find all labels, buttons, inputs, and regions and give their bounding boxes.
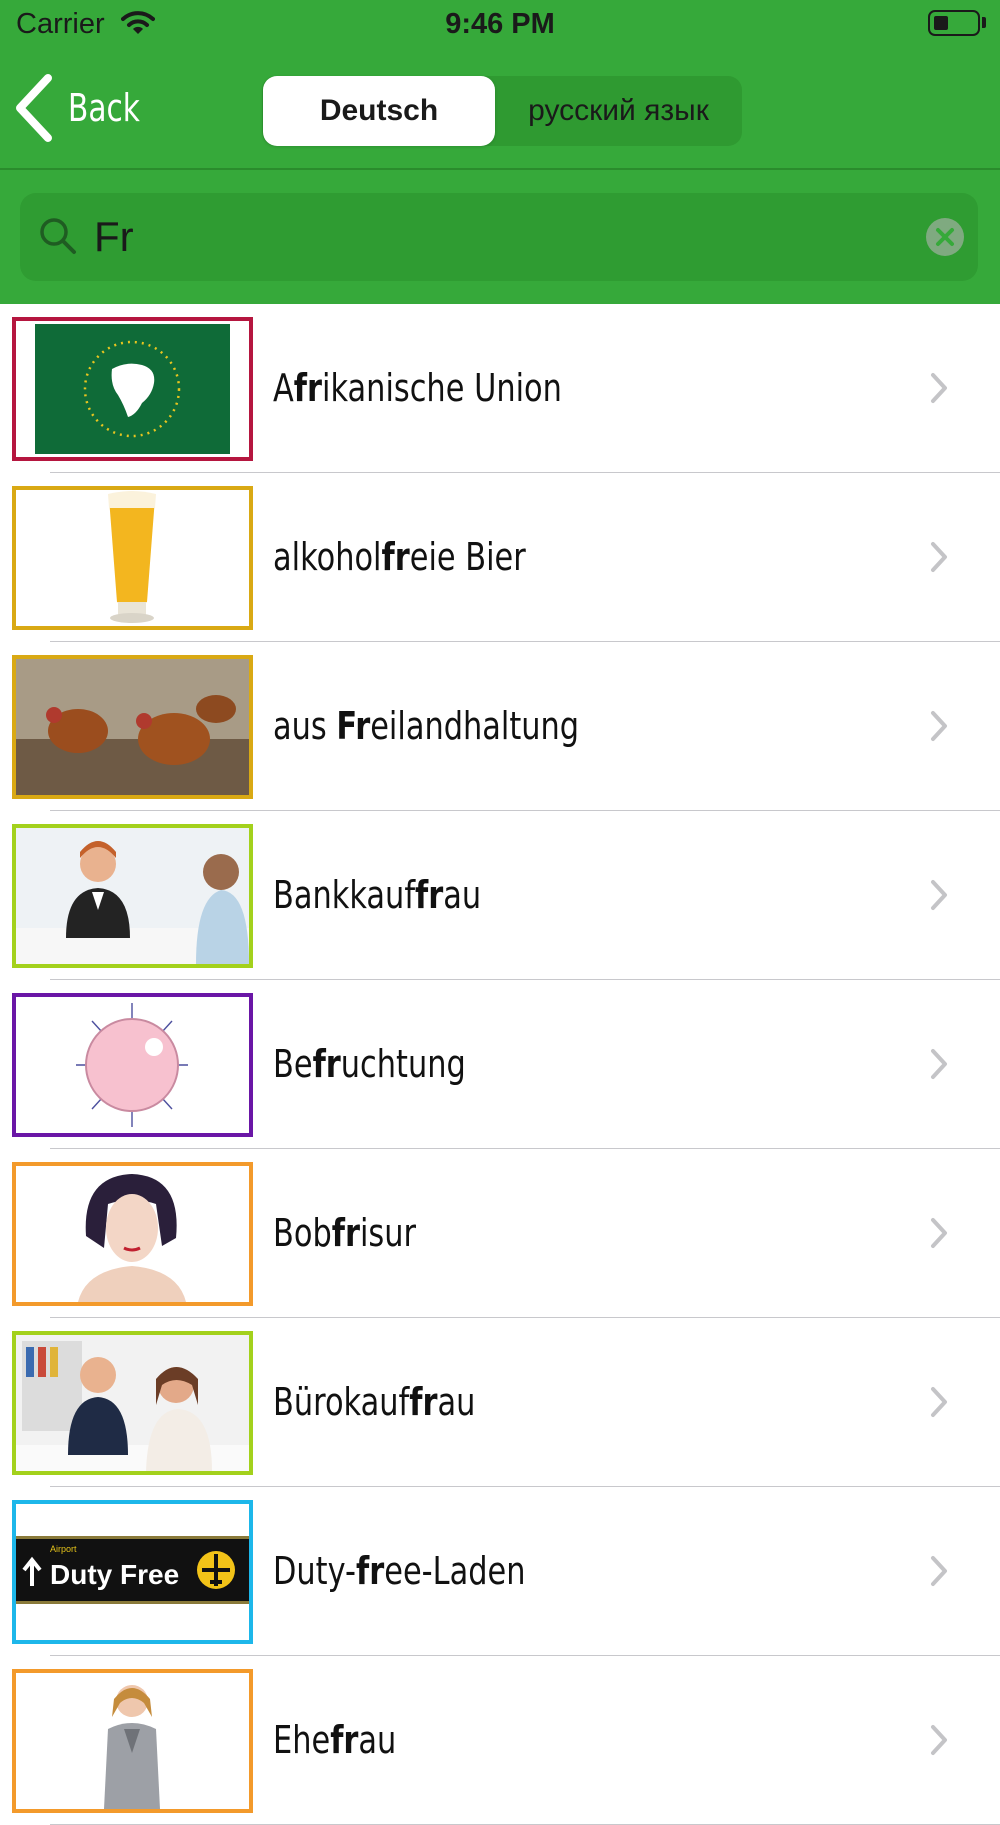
battery-cap: [982, 17, 986, 28]
chevron-right-icon: [931, 1556, 947, 1586]
chevron-right-icon: [931, 1218, 947, 1248]
list-item[interactable]: Ehefrau: [0, 1656, 1000, 1825]
list-item-label: Afrikanische Union: [273, 366, 562, 410]
chevron-right-icon: [931, 1049, 947, 1079]
back-chevron-icon: [16, 74, 52, 142]
chevron-right-icon: [931, 880, 947, 910]
african-union-flag-thumbnail: [12, 317, 253, 461]
segment-russian[interactable]: русский язык: [495, 76, 742, 146]
list-item-label: Duty-free-Laden: [273, 1549, 526, 1593]
list-item[interactable]: Airport Duty Free Duty-free-Laden: [0, 1487, 1000, 1656]
list-item[interactable]: Bürokauffrau: [0, 1318, 1000, 1487]
list-item-label: Bobfrisur: [273, 1211, 417, 1255]
language-segmented-control[interactable]: Deutsch русский язык: [262, 76, 742, 146]
clear-search-icon[interactable]: [925, 217, 965, 257]
bank-clerk-thumbnail: [12, 824, 253, 968]
nav-divider: [0, 168, 1000, 170]
status-time: 9:46 PM: [445, 8, 555, 40]
chevron-right-icon: [931, 373, 947, 403]
search-icon: [40, 218, 76, 254]
list-item-label: aus Freilandhaltung: [273, 704, 580, 748]
egg-cell-thumbnail: [12, 993, 253, 1137]
back-label: Back: [68, 86, 140, 130]
list-item[interactable]: Befruchtung: [0, 980, 1000, 1149]
office-clerk-thumbnail: [12, 1331, 253, 1475]
header: Carrier 9:46 PM Back Deutsch русский язы…: [0, 0, 1000, 304]
list-item[interactable]: alkoholfreie Bier: [0, 473, 1000, 642]
list-item[interactable]: Bankkauffrau: [0, 811, 1000, 980]
bob-haircut-woman-thumbnail: [12, 1162, 253, 1306]
beer-glass-thumbnail: [12, 486, 253, 630]
duty-free-sign-thumbnail: Airport Duty Free: [12, 1500, 253, 1644]
list-item-label: Bankkauffrau: [273, 873, 482, 917]
battery-icon: [928, 10, 980, 36]
list-item[interactable]: aus Freilandhaltung: [0, 642, 1000, 811]
status-bar: Carrier 9:46 PM: [0, 0, 1000, 50]
search-field[interactable]: Fr: [20, 193, 978, 281]
chevron-right-icon: [931, 711, 947, 741]
free-range-chickens-thumbnail: [12, 655, 253, 799]
list-item-label: alkoholfreie Bier: [273, 535, 526, 579]
list-item[interactable]: Afrikanische Union: [0, 304, 1000, 473]
list-item[interactable]: Bobfrisur: [0, 1149, 1000, 1318]
list-item-label: Bürokauffrau: [273, 1380, 476, 1424]
chevron-right-icon: [931, 1387, 947, 1417]
svg-text:Airport: Airport: [50, 1544, 77, 1554]
wife-thumbnail: [12, 1669, 253, 1813]
search-input[interactable]: Fr: [94, 207, 134, 267]
list-item-label: Befruchtung: [273, 1042, 466, 1086]
back-button[interactable]: Back: [10, 70, 160, 146]
segment-deutsch[interactable]: Deutsch: [263, 76, 495, 146]
list-item-label: Ehefrau: [273, 1718, 397, 1762]
results-list: Afrikanische Union alkoholfreie Bier aus F…: [0, 304, 1000, 1825]
navigation-bar: Back Deutsch русский язык: [0, 50, 1000, 168]
chevron-right-icon: [931, 1725, 947, 1755]
chevron-right-icon: [931, 542, 947, 572]
svg-text:Duty Free: Duty Free: [50, 1559, 179, 1590]
